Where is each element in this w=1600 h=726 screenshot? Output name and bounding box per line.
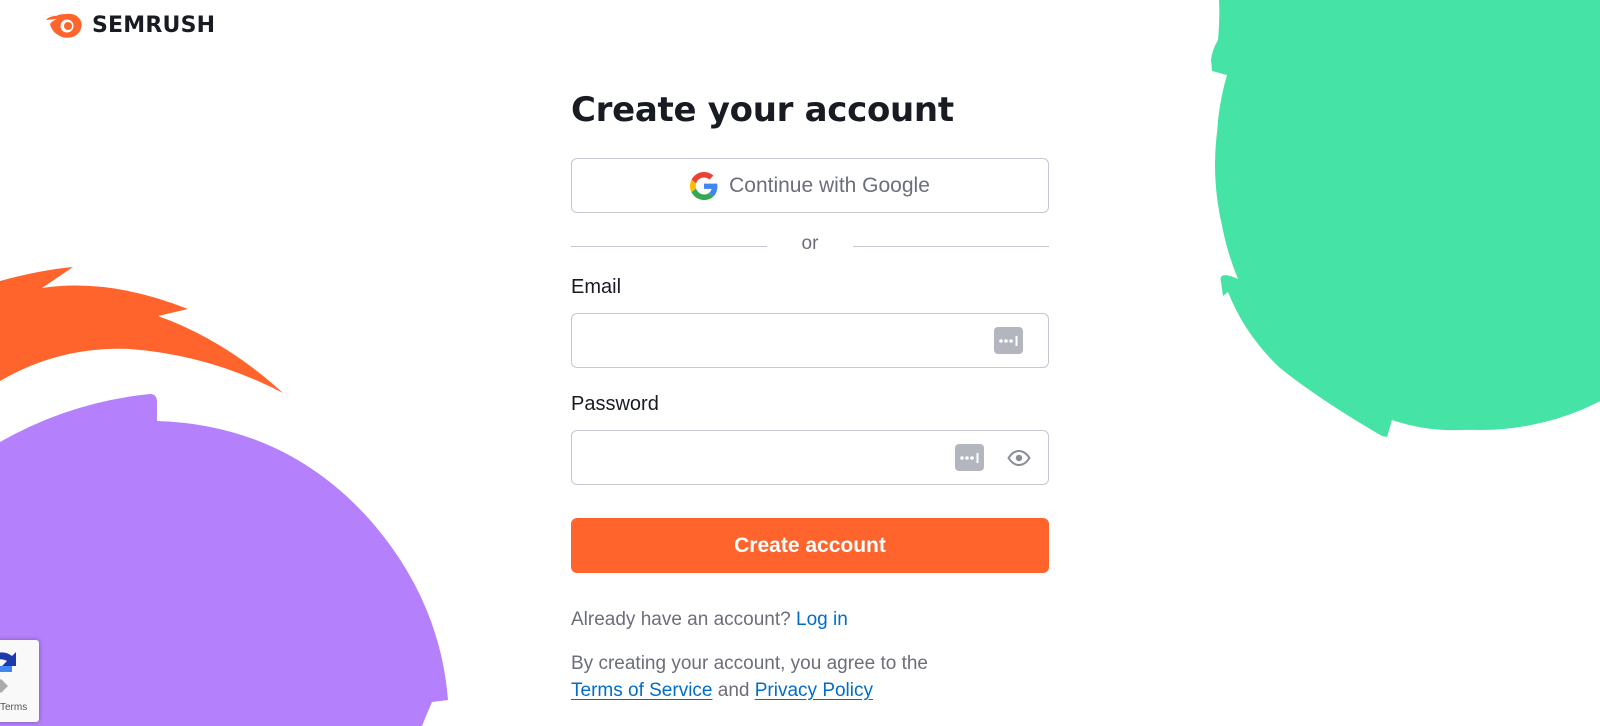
- legal-and-text: and: [717, 680, 750, 701]
- email-label: Email: [571, 276, 622, 298]
- recaptcha-badge[interactable]: Terms: [0, 640, 39, 722]
- signup-page: SEMRUSH Create your account Continue wit…: [0, 0, 1600, 726]
- divider-line-right: [853, 245, 1049, 247]
- password-field-wrapper: [571, 430, 1049, 485]
- recaptcha-icon: [0, 652, 16, 693]
- legal-text: By creating your account, you agree to t…: [571, 653, 928, 674]
- divider-text: or: [801, 233, 819, 254]
- signup-form: Create your account Continue with Google…: [571, 86, 1049, 704]
- log-in-link[interactable]: Log in: [796, 609, 848, 630]
- semrush-fireball-icon: [42, 13, 82, 38]
- google-button-label: Continue with Google: [729, 173, 930, 197]
- orange-flame-shape: [0, 267, 283, 393]
- login-prompt: Already have an account? Log in: [571, 607, 1049, 633]
- privacy-policy-link[interactable]: Privacy Policy: [755, 680, 873, 701]
- terms-of-service-link[interactable]: Terms of Service: [571, 680, 712, 701]
- legal-notice: By creating your account, you agree to t…: [571, 650, 1049, 704]
- purple-circle-shape: [0, 394, 448, 726]
- show-password-toggle[interactable]: [1006, 446, 1032, 470]
- page-title: Create your account: [571, 90, 954, 130]
- password-manager-icon[interactable]: [994, 327, 1023, 354]
- login-prompt-text: Already have an account?: [571, 609, 791, 630]
- eye-icon: [1007, 449, 1031, 467]
- password-label: Password: [571, 393, 659, 415]
- divider-line-left: [571, 245, 767, 247]
- password-manager-icon[interactable]: [955, 444, 984, 471]
- google-g-icon: [690, 171, 718, 200]
- email-field[interactable]: [572, 314, 1048, 367]
- green-circle-shape: [1211, 0, 1600, 437]
- logo-wordmark: SEMRUSH: [92, 13, 216, 38]
- recaptcha-terms-link[interactable]: Terms: [0, 702, 27, 714]
- semrush-logo[interactable]: SEMRUSH: [40, 10, 215, 42]
- email-field-wrapper: [571, 313, 1049, 368]
- or-divider: or: [571, 233, 1049, 259]
- dots-icon: [960, 452, 979, 463]
- dots-icon: [999, 335, 1018, 346]
- continue-with-google-button[interactable]: Continue with Google: [571, 158, 1049, 213]
- create-account-button[interactable]: Create account: [571, 518, 1049, 573]
